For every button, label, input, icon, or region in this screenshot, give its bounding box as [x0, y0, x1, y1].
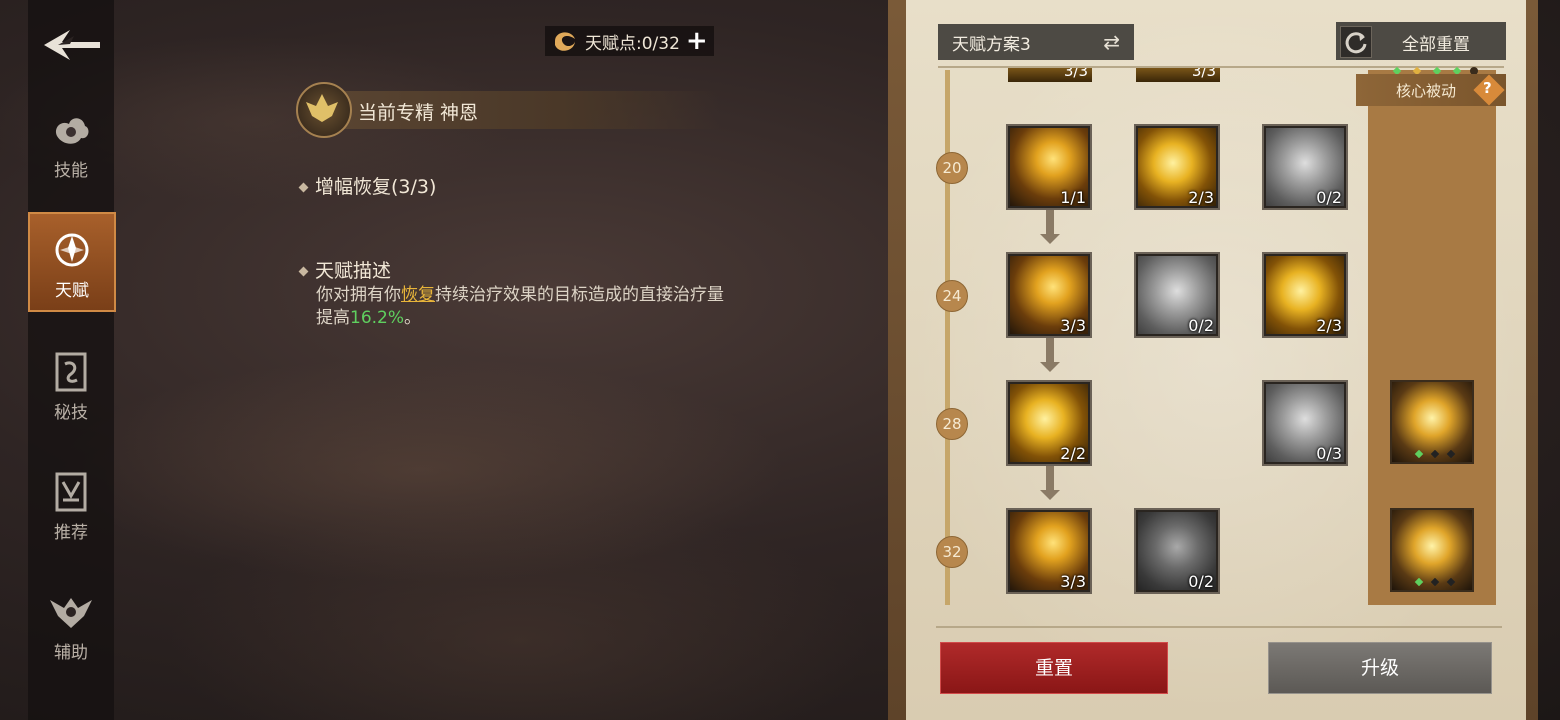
nav-item-skills[interactable]: 技能	[28, 108, 114, 208]
node-rank: 0/2	[1316, 188, 1342, 207]
reset-all-button[interactable]: 全部重置	[1336, 22, 1506, 60]
node-rank: 3/3	[1191, 68, 1216, 80]
node-rank: 2/3	[1316, 316, 1342, 335]
nav-item-secret[interactable]: 秘技	[28, 350, 114, 450]
secret-book-icon	[55, 352, 87, 392]
cloud-swirl-icon	[55, 118, 89, 144]
talent-description: 你对拥有你恢复持续治疗效果的目标造成的直接治疗量提高16.2%。	[316, 284, 736, 330]
level-marker: 24	[936, 280, 968, 312]
spec-label: 当前专精 神恩	[358, 102, 479, 124]
spec-emblem-icon	[296, 82, 352, 138]
node-rank: 2/2	[1060, 444, 1086, 463]
nav-label: 秘技	[54, 403, 88, 423]
talent-node[interactable]: 2/3	[1262, 252, 1348, 338]
level-marker: 28	[936, 408, 968, 440]
level-timeline	[945, 70, 950, 605]
path-arrow	[1040, 338, 1060, 372]
reset-all-label: 全部重置	[1402, 35, 1470, 55]
talent-emblem-icon	[55, 233, 89, 267]
talent-points: 天赋点:0/32 +	[545, 26, 714, 56]
scheme-label: 天赋方案3	[952, 34, 1031, 55]
talent-points-value: 天赋点:0/32	[585, 33, 680, 54]
node-rank: 0/2	[1188, 316, 1214, 335]
core-passive-header: 核心被动 ?	[1356, 74, 1506, 106]
path-arrow	[1040, 210, 1060, 244]
nav-label: 辅助	[54, 643, 88, 663]
talent-node[interactable]: 1/1	[1006, 124, 1092, 210]
desc-text-end: 。	[404, 308, 422, 328]
talent-node[interactable]: 2/3	[1134, 124, 1220, 210]
nav-label: 推荐	[54, 523, 88, 543]
level-marker: 20	[936, 152, 968, 184]
divider	[936, 626, 1502, 628]
talent-title: 增幅恢复(3/3)	[298, 172, 437, 199]
node-rank: 2/3	[1188, 188, 1214, 207]
current-spec-banner: 当前专精 神恩	[296, 82, 726, 138]
add-points-button[interactable]: +	[686, 28, 708, 54]
core-pips-icon	[1414, 450, 1456, 458]
talent-name-text: 增幅恢复(3/3)	[315, 176, 437, 198]
nav-label: 技能	[54, 161, 88, 181]
talent-node-partial[interactable]: 3/3	[1136, 68, 1220, 82]
level-marker: 32	[936, 536, 968, 568]
scheme-selector[interactable]: 天赋方案3 ⇄	[938, 24, 1134, 60]
bullet-diamond-icon	[298, 266, 309, 277]
nav-label: 天赋	[55, 281, 89, 301]
core-pips-icon	[1414, 578, 1456, 586]
talent-point-icon	[555, 32, 575, 51]
bullet-diamond-icon	[298, 182, 309, 193]
recommend-banner-icon	[55, 472, 87, 512]
core-passive-label: 核心被动	[1396, 82, 1457, 100]
node-rank: 3/3	[1063, 68, 1088, 80]
refresh-icon	[1340, 26, 1372, 58]
node-rank: 1/1	[1060, 188, 1086, 207]
talent-node[interactable]: 0/2	[1262, 124, 1348, 210]
desc-keyword-link[interactable]: 恢复	[401, 285, 435, 305]
desc-text-1: 你对拥有你	[316, 285, 401, 305]
assist-wings-icon	[50, 598, 92, 628]
core-passive-node[interactable]	[1390, 380, 1474, 464]
reset-button[interactable]: 重置	[940, 642, 1168, 694]
upgrade-button[interactable]: 升级	[1268, 642, 1492, 694]
help-question-mark: ?	[1483, 79, 1492, 97]
talent-node[interactable]: 0/2	[1134, 508, 1220, 594]
talent-node[interactable]: 3/3	[1006, 252, 1092, 338]
talent-node[interactable]: 2/2	[1006, 380, 1092, 466]
node-rank: 3/3	[1060, 572, 1086, 591]
node-rank: 0/3	[1316, 444, 1342, 463]
swap-icon: ⇄	[1103, 30, 1120, 54]
description-header-text: 天赋描述	[315, 260, 392, 282]
talent-node[interactable]: 0/2	[1134, 252, 1220, 338]
talent-node[interactable]: 3/3	[1006, 508, 1092, 594]
nav-item-assist[interactable]: 辅助	[28, 590, 114, 690]
talent-node-partial[interactable]: 3/3	[1008, 68, 1092, 82]
core-passive-node[interactable]	[1390, 508, 1474, 592]
nav-item-talent[interactable]: 天赋	[28, 212, 116, 312]
description-header: 天赋描述	[298, 256, 392, 283]
node-rank: 0/2	[1188, 572, 1214, 591]
nav-item-recommend[interactable]: 推荐	[28, 470, 114, 570]
node-rank: 3/3	[1060, 316, 1086, 335]
desc-value: 16.2%	[350, 308, 405, 328]
path-arrow	[1040, 466, 1060, 500]
back-button[interactable]	[40, 20, 104, 70]
talent-node[interactable]: 0/3	[1262, 380, 1348, 466]
back-arrow-icon	[44, 30, 100, 60]
